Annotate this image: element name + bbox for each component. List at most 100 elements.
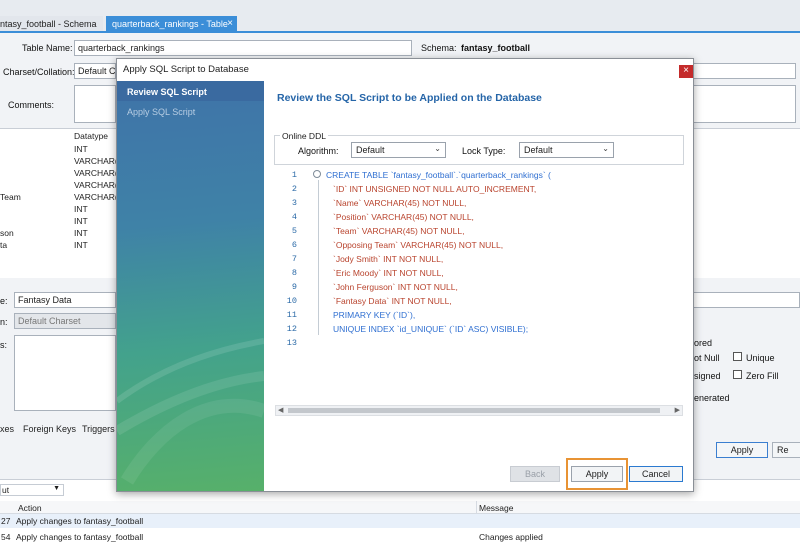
unique-checkbox[interactable] (733, 352, 742, 361)
sql-line: `Name` VARCHAR(45) NOT NULL, (333, 198, 467, 208)
column-charset-label: n: (0, 317, 8, 327)
tab-indexes[interactable]: xes (0, 424, 14, 434)
back-button[interactable]: Back (510, 466, 560, 482)
sql-line: `John Ferguson` INT NOT NULL, (333, 282, 458, 292)
row-type: INT (74, 216, 88, 226)
sql-line: `Jody Smith` INT NOT NULL, (333, 254, 444, 264)
column-comments-textarea[interactable] (14, 335, 116, 411)
tab-table[interactable]: quarterback_rankings - Table × (106, 16, 237, 32)
table-row[interactable]: ta INT (0, 239, 118, 251)
table-row[interactable]: VARCHAR(4 (0, 155, 123, 167)
columns-grid-right[interactable] (694, 128, 800, 278)
column-name-input[interactable]: Fantasy Data (14, 292, 116, 308)
scroll-right-icon[interactable]: ▶ (675, 406, 680, 414)
line-number: 4 (291, 212, 297, 222)
output-header-action: Action (18, 503, 42, 513)
row-action: Apply changes to fantasy_football (16, 532, 144, 542)
line-number: 6 (291, 240, 297, 250)
algorithm-label: Algorithm: (298, 146, 339, 156)
table-row[interactable]: INT (0, 143, 118, 155)
table-row[interactable]: Team VARCHAR(4 (0, 191, 123, 203)
lock-type-label: Lock Type: (462, 146, 506, 156)
not-null-label: ot Null (694, 353, 720, 363)
zero-fill-checkbox[interactable] (733, 370, 742, 379)
sql-line: `Fantasy Data` INT NOT NULL, (333, 296, 452, 306)
sql-line: `Opposing Team` VARCHAR(45) NOT NULL, (333, 240, 504, 250)
row-name: Team (0, 192, 21, 202)
apply-button-editor[interactable]: Apply (716, 442, 768, 458)
comments-textarea[interactable] (74, 85, 116, 123)
row-type: INT (74, 240, 88, 250)
unique-label: Unique (746, 353, 775, 363)
column-divider (476, 501, 477, 514)
online-ddl-legend: Online DDL (280, 131, 328, 141)
line-number: 7 (291, 254, 297, 264)
table-name-label: Table Name: (22, 43, 73, 53)
dialog-heading: Review the SQL Script to be Applied on t… (277, 92, 542, 104)
chevron-down-icon: ▼ (53, 485, 60, 492)
table-row[interactable]: INT (0, 215, 118, 227)
table-row[interactable]: son INT (0, 227, 118, 239)
fold-marker-icon[interactable] (313, 170, 321, 178)
table-row[interactable]: VARCHAR(4 (0, 167, 123, 179)
datatype-input[interactable] (693, 292, 800, 308)
horizontal-scrollbar[interactable]: ◀ ▶ (275, 405, 683, 416)
sql-line: `Team` VARCHAR(45) NOT NULL, (333, 226, 465, 236)
scrollbar-thumb[interactable] (288, 408, 660, 413)
comments-label: Comments: (8, 100, 55, 110)
row-number: 54 (1, 532, 11, 542)
wizard-sidebar: Review SQL Script Apply SQL Script (117, 81, 264, 491)
output-header: Action Message (0, 501, 800, 514)
engine-select[interactable] (693, 63, 796, 79)
output-type-value: ut (2, 485, 10, 495)
algorithm-select[interactable]: Default ⌄ (351, 142, 446, 158)
column-charset-select[interactable]: Default Charset (14, 313, 116, 329)
dialog-title: Apply SQL Script to Database (117, 59, 693, 81)
row-name: son (0, 228, 14, 238)
revert-button-editor[interactable]: Re (772, 442, 800, 458)
output-type-select[interactable]: ut ▼ (0, 484, 64, 496)
schema-value: fantasy_football (461, 43, 531, 53)
sql-editor[interactable]: 1 2 3 4 5 6 7 8 9 10 11 12 13 CREATE TAB… (275, 166, 683, 418)
close-icon[interactable]: × (679, 65, 693, 78)
line-number: 8 (291, 268, 297, 278)
table-row[interactable]: 54 Apply changes to fantasy_football Cha… (0, 530, 800, 544)
row-type: INT (74, 144, 88, 154)
table-name-input[interactable]: quarterback_rankings (74, 40, 412, 56)
line-number: 3 (291, 198, 297, 208)
tab-foreign-keys[interactable]: Foreign Keys (23, 424, 76, 434)
sql-line: `Eric Moody` INT NOT NULL, (333, 268, 444, 278)
lock-type-select[interactable]: Default ⌄ (519, 142, 614, 158)
line-number: 10 (286, 296, 297, 306)
tab-schema-label: ntasy_football - Schema (0, 19, 97, 29)
table-row[interactable]: 27 Apply changes to fantasy_football (0, 514, 800, 528)
apply-button[interactable]: Apply (571, 466, 623, 482)
storage-label: ored (694, 338, 713, 348)
line-number: 1 (291, 170, 297, 180)
sql-line: CREATE TABLE `fantasy_football`.`quarter… (326, 170, 551, 180)
line-number: 2 (291, 184, 297, 194)
tab-triggers[interactable]: Triggers (82, 424, 115, 434)
row-message: Changes applied (479, 532, 543, 542)
sql-line: UNIQUE INDEX `id_UNIQUE` (`ID` ASC) VISI… (333, 324, 529, 334)
row-type: INT (74, 204, 88, 214)
apply-sql-dialog: Apply SQL Script to Database × Review SQ… (116, 58, 694, 492)
tab-schema[interactable]: ntasy_football - Schema (0, 16, 103, 32)
chevron-down-icon: ⌄ (434, 144, 441, 153)
columns-grid[interactable]: Datatype INT VARCHAR(4 VARCHAR(4 VARCHAR… (0, 128, 123, 278)
scroll-left-icon[interactable]: ◀ (278, 406, 283, 414)
lock-type-value: Default (524, 145, 553, 155)
row-name: ta (0, 240, 8, 250)
line-number: 12 (286, 324, 297, 334)
charset-select[interactable]: Default Ch (74, 63, 116, 79)
zero-fill-label: Zero Fill (746, 371, 779, 381)
cancel-button[interactable]: Cancel (629, 466, 683, 482)
table-row[interactable]: INT (0, 203, 118, 215)
charset-label: Charset/Collation: (3, 67, 75, 77)
generated-label: enerated (694, 393, 730, 403)
tab-table-label: quarterback_rankings - Table (112, 19, 228, 29)
table-row[interactable]: VARCHAR(4 (0, 179, 123, 191)
step-apply-sql: Apply SQL Script (127, 107, 196, 117)
comments-textarea-right[interactable] (693, 85, 796, 123)
close-icon[interactable]: × (227, 18, 233, 29)
